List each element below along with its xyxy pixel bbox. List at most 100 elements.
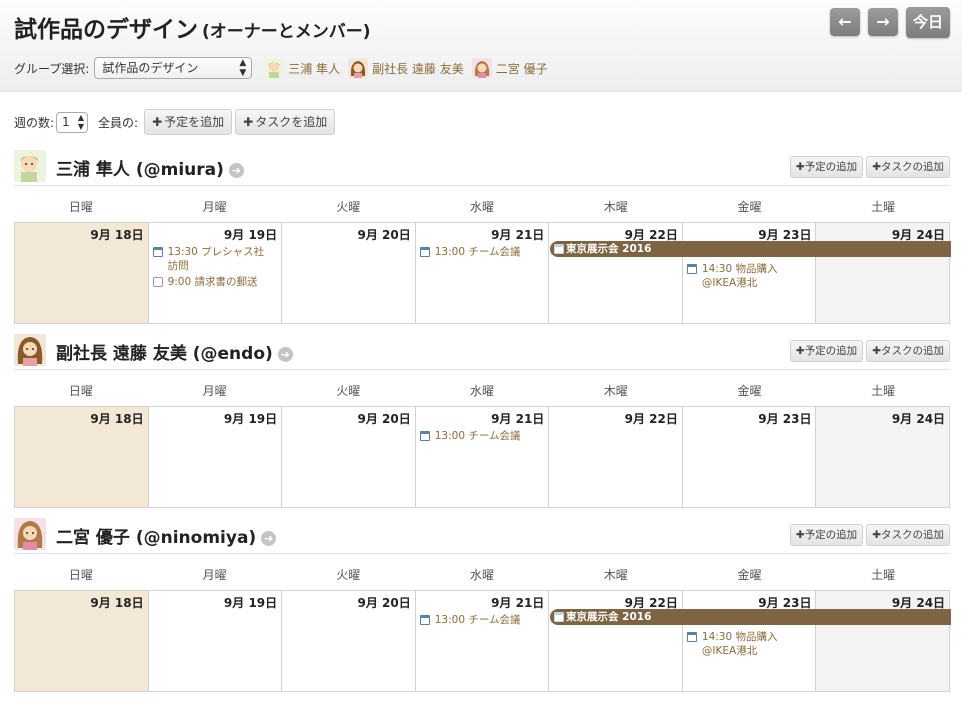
today-button[interactable]: 今日 <box>906 7 950 38</box>
toolbar: 週の数: 1 ▲ ▼ 全員の: ✚ 予定を追加 ✚ タスクを追加 <box>14 109 336 135</box>
add-event-button[interactable]: ✚予定の追加 <box>789 524 864 546</box>
person-header: 二宮 優子 (@ninomiya) ➜ ✚予定の追加 ✚タスクの追加 <box>14 518 950 554</box>
plus-icon: ✚ <box>872 161 881 173</box>
arrow-right-circle-icon[interactable]: ➜ <box>261 531 277 546</box>
weekday-label: 木曜 <box>603 568 628 582</box>
day-cell[interactable]: 9月 20日 <box>282 406 416 508</box>
day-cell[interactable]: 9月 24日 <box>816 222 951 324</box>
date-label: 9月 18日 <box>90 228 144 242</box>
date-label: 9月 23日 <box>758 412 812 426</box>
person-name-link[interactable]: 副社長 遠藤 友美 (@endo) ➜ <box>56 339 293 364</box>
day-cell[interactable]: 9月 18日 <box>15 222 149 324</box>
day-cell[interactable]: 9月 22日 <box>549 222 683 324</box>
date-label: 9月 22日 <box>624 412 678 426</box>
avatar <box>14 518 46 550</box>
weeks-select[interactable]: 1 ▲ ▼ <box>56 111 89 133</box>
member-link-miura[interactable]: 三浦 隼人 <box>264 58 340 78</box>
arrow-right-circle-icon[interactable]: ➜ <box>228 163 244 178</box>
next-week-button[interactable]: → <box>868 8 898 36</box>
day-cell[interactable]: 9月 21日 13:00 チーム会議 <box>415 590 550 692</box>
person-name-link[interactable]: 二宮 優子 (@ninomiya) ➜ <box>56 523 277 548</box>
multi-day-event[interactable]: 東京展示会 2016 <box>550 609 951 625</box>
plus-icon: ✚ <box>152 115 163 129</box>
add-event-all-button[interactable]: ✚ 予定を追加 <box>144 109 233 135</box>
page-header: 試作品のデザイン (オーナーとメンバー) ← → 今日 グループ選択: 試作品のデ… <box>0 0 962 92</box>
day-cell[interactable]: 9月 23日 <box>682 406 817 508</box>
select-arrows-icon: ▲ ▼ <box>77 113 85 131</box>
calendar-event[interactable]: 13:00 チーム会議 <box>419 613 545 627</box>
day-cell[interactable]: 9月 21日 13:00 チーム会議 <box>415 222 550 324</box>
arrow-left-icon: ← <box>838 12 852 31</box>
day-cell[interactable]: 9月 18日 <box>15 406 149 508</box>
person-calendar-endo: 副社長 遠藤 友美 (@endo) ➜ ✚予定の追加 ✚タスクの追加 日曜 月曜 … <box>14 334 951 508</box>
member-link-endo[interactable]: 副社長 遠藤 友美 <box>348 58 464 78</box>
plus-icon: ✚ <box>795 345 805 357</box>
weekday-header: 日曜 月曜 火曜 水曜 木曜 金曜 土曜 <box>14 556 950 590</box>
calendar-event[interactable]: 13:30 プレシャス社 訪問 <box>152 245 278 273</box>
page-subtitle: (オーナーとメンバー) <box>202 22 371 42</box>
calendar-icon <box>419 615 430 625</box>
avatar <box>14 334 46 366</box>
day-cell[interactable]: 9月 22日 <box>549 590 683 692</box>
day-cell[interactable]: 9月 24日 <box>816 406 951 508</box>
day-cell[interactable]: 9月 19日 <box>148 406 283 508</box>
day-cell[interactable]: 9月 21日 13:00 チーム会議 <box>415 406 550 508</box>
day-cell[interactable]: 9月 20日 <box>282 222 416 324</box>
plus-icon: ✚ <box>872 345 881 357</box>
group-select[interactable]: 試作品のデザイン ▲ ▼ <box>94 57 253 79</box>
page-title: 試作品のデザイン (オーナーとメンバー) <box>14 17 371 43</box>
person-header: 副社長 遠藤 友美 (@endo) ➜ ✚予定の追加 ✚タスクの追加 <box>14 334 950 370</box>
calendar-event[interactable]: 14:30 物品購入@IKEA港北 <box>686 630 812 658</box>
calendar-icon <box>686 264 697 274</box>
day-cell[interactable]: 9月 20日 <box>282 590 416 692</box>
week-grid: 9月 18日 9月 19日 13:30 プレシャス社 訪問 9:00 請求書の郵… <box>14 222 951 324</box>
weekday-label: 土曜 <box>871 384 896 398</box>
weekday-label: 月曜 <box>202 200 227 214</box>
date-label: 9月 21日 <box>491 596 545 610</box>
plus-icon: ✚ <box>795 161 805 173</box>
calendar-icon <box>554 612 564 622</box>
multi-day-event[interactable]: 東京展示会 2016 <box>550 241 951 257</box>
day-cell[interactable]: 9月 24日 <box>816 590 951 692</box>
prev-week-button[interactable]: ← <box>830 8 860 36</box>
person-actions: ✚予定の追加 ✚タスクの追加 <box>787 340 950 362</box>
calendar-icon <box>554 244 564 254</box>
person-header: 三浦 隼人 (@miura) ➜ ✚予定の追加 ✚タスクの追加 <box>14 150 950 186</box>
day-cell[interactable]: 9月 23日 14:30 物品購入@IKEA港北 <box>682 590 817 692</box>
add-task-button[interactable]: ✚タスクの追加 <box>866 340 950 362</box>
add-task-all-button[interactable]: ✚ タスクを追加 <box>235 109 336 135</box>
day-cell[interactable]: 9月 23日 14:30 物品購入@IKEA港北 <box>682 222 817 324</box>
week-grid: 9月 18日 9月 19日 9月 20日 9月 21日 13:00 チーム会議 … <box>14 406 951 508</box>
avatar <box>14 150 46 182</box>
day-cell[interactable]: 9月 19日 <box>148 590 283 692</box>
plus-icon: ✚ <box>795 529 805 541</box>
day-cell[interactable]: 9月 18日 <box>15 590 149 692</box>
add-task-button[interactable]: ✚タスクの追加 <box>866 524 950 546</box>
calendar-event[interactable]: 13:00 チーム会議 <box>419 429 545 443</box>
member-link-ninomiya[interactable]: 二宮 優子 <box>471 58 548 78</box>
date-label: 9月 24日 <box>891 412 946 426</box>
weekday-label: 木曜 <box>603 200 628 214</box>
group-select-label: グループ選択: <box>14 61 90 76</box>
day-cell[interactable]: 9月 19日 13:30 プレシャス社 訪問 9:00 請求書の郵送 <box>148 222 283 324</box>
avatar <box>348 58 369 78</box>
avatar <box>264 58 285 78</box>
day-cell[interactable]: 9月 22日 <box>549 406 683 508</box>
weekday-header: 日曜 月曜 火曜 水曜 木曜 金曜 土曜 <box>14 372 950 406</box>
calendar-event[interactable]: 14:30 物品購入@IKEA港北 <box>686 262 812 290</box>
arrow-right-circle-icon[interactable]: ➜ <box>277 347 293 362</box>
add-event-button[interactable]: ✚予定の追加 <box>789 156 864 178</box>
task-item[interactable]: 9:00 請求書の郵送 <box>152 275 278 289</box>
weekday-label: 火曜 <box>336 200 361 214</box>
person-calendar-ninomiya: 二宮 優子 (@ninomiya) ➜ ✚予定の追加 ✚タスクの追加 日曜 月曜 … <box>14 518 951 692</box>
add-event-button[interactable]: ✚予定の追加 <box>789 340 864 362</box>
date-label: 9月 18日 <box>90 596 144 610</box>
person-name-link[interactable]: 三浦 隼人 (@miura) ➜ <box>56 155 244 180</box>
add-task-button[interactable]: ✚タスクの追加 <box>866 156 950 178</box>
week-grid: 9月 18日 9月 19日 9月 20日 9月 21日 13:00 チーム会議 … <box>14 590 951 692</box>
checkbox-icon[interactable] <box>152 277 163 287</box>
plus-icon: ✚ <box>243 115 254 129</box>
date-label: 9月 19日 <box>223 596 278 610</box>
calendar-event[interactable]: 13:00 チーム会議 <box>419 245 545 259</box>
arrow-right-icon: → <box>876 12 890 31</box>
